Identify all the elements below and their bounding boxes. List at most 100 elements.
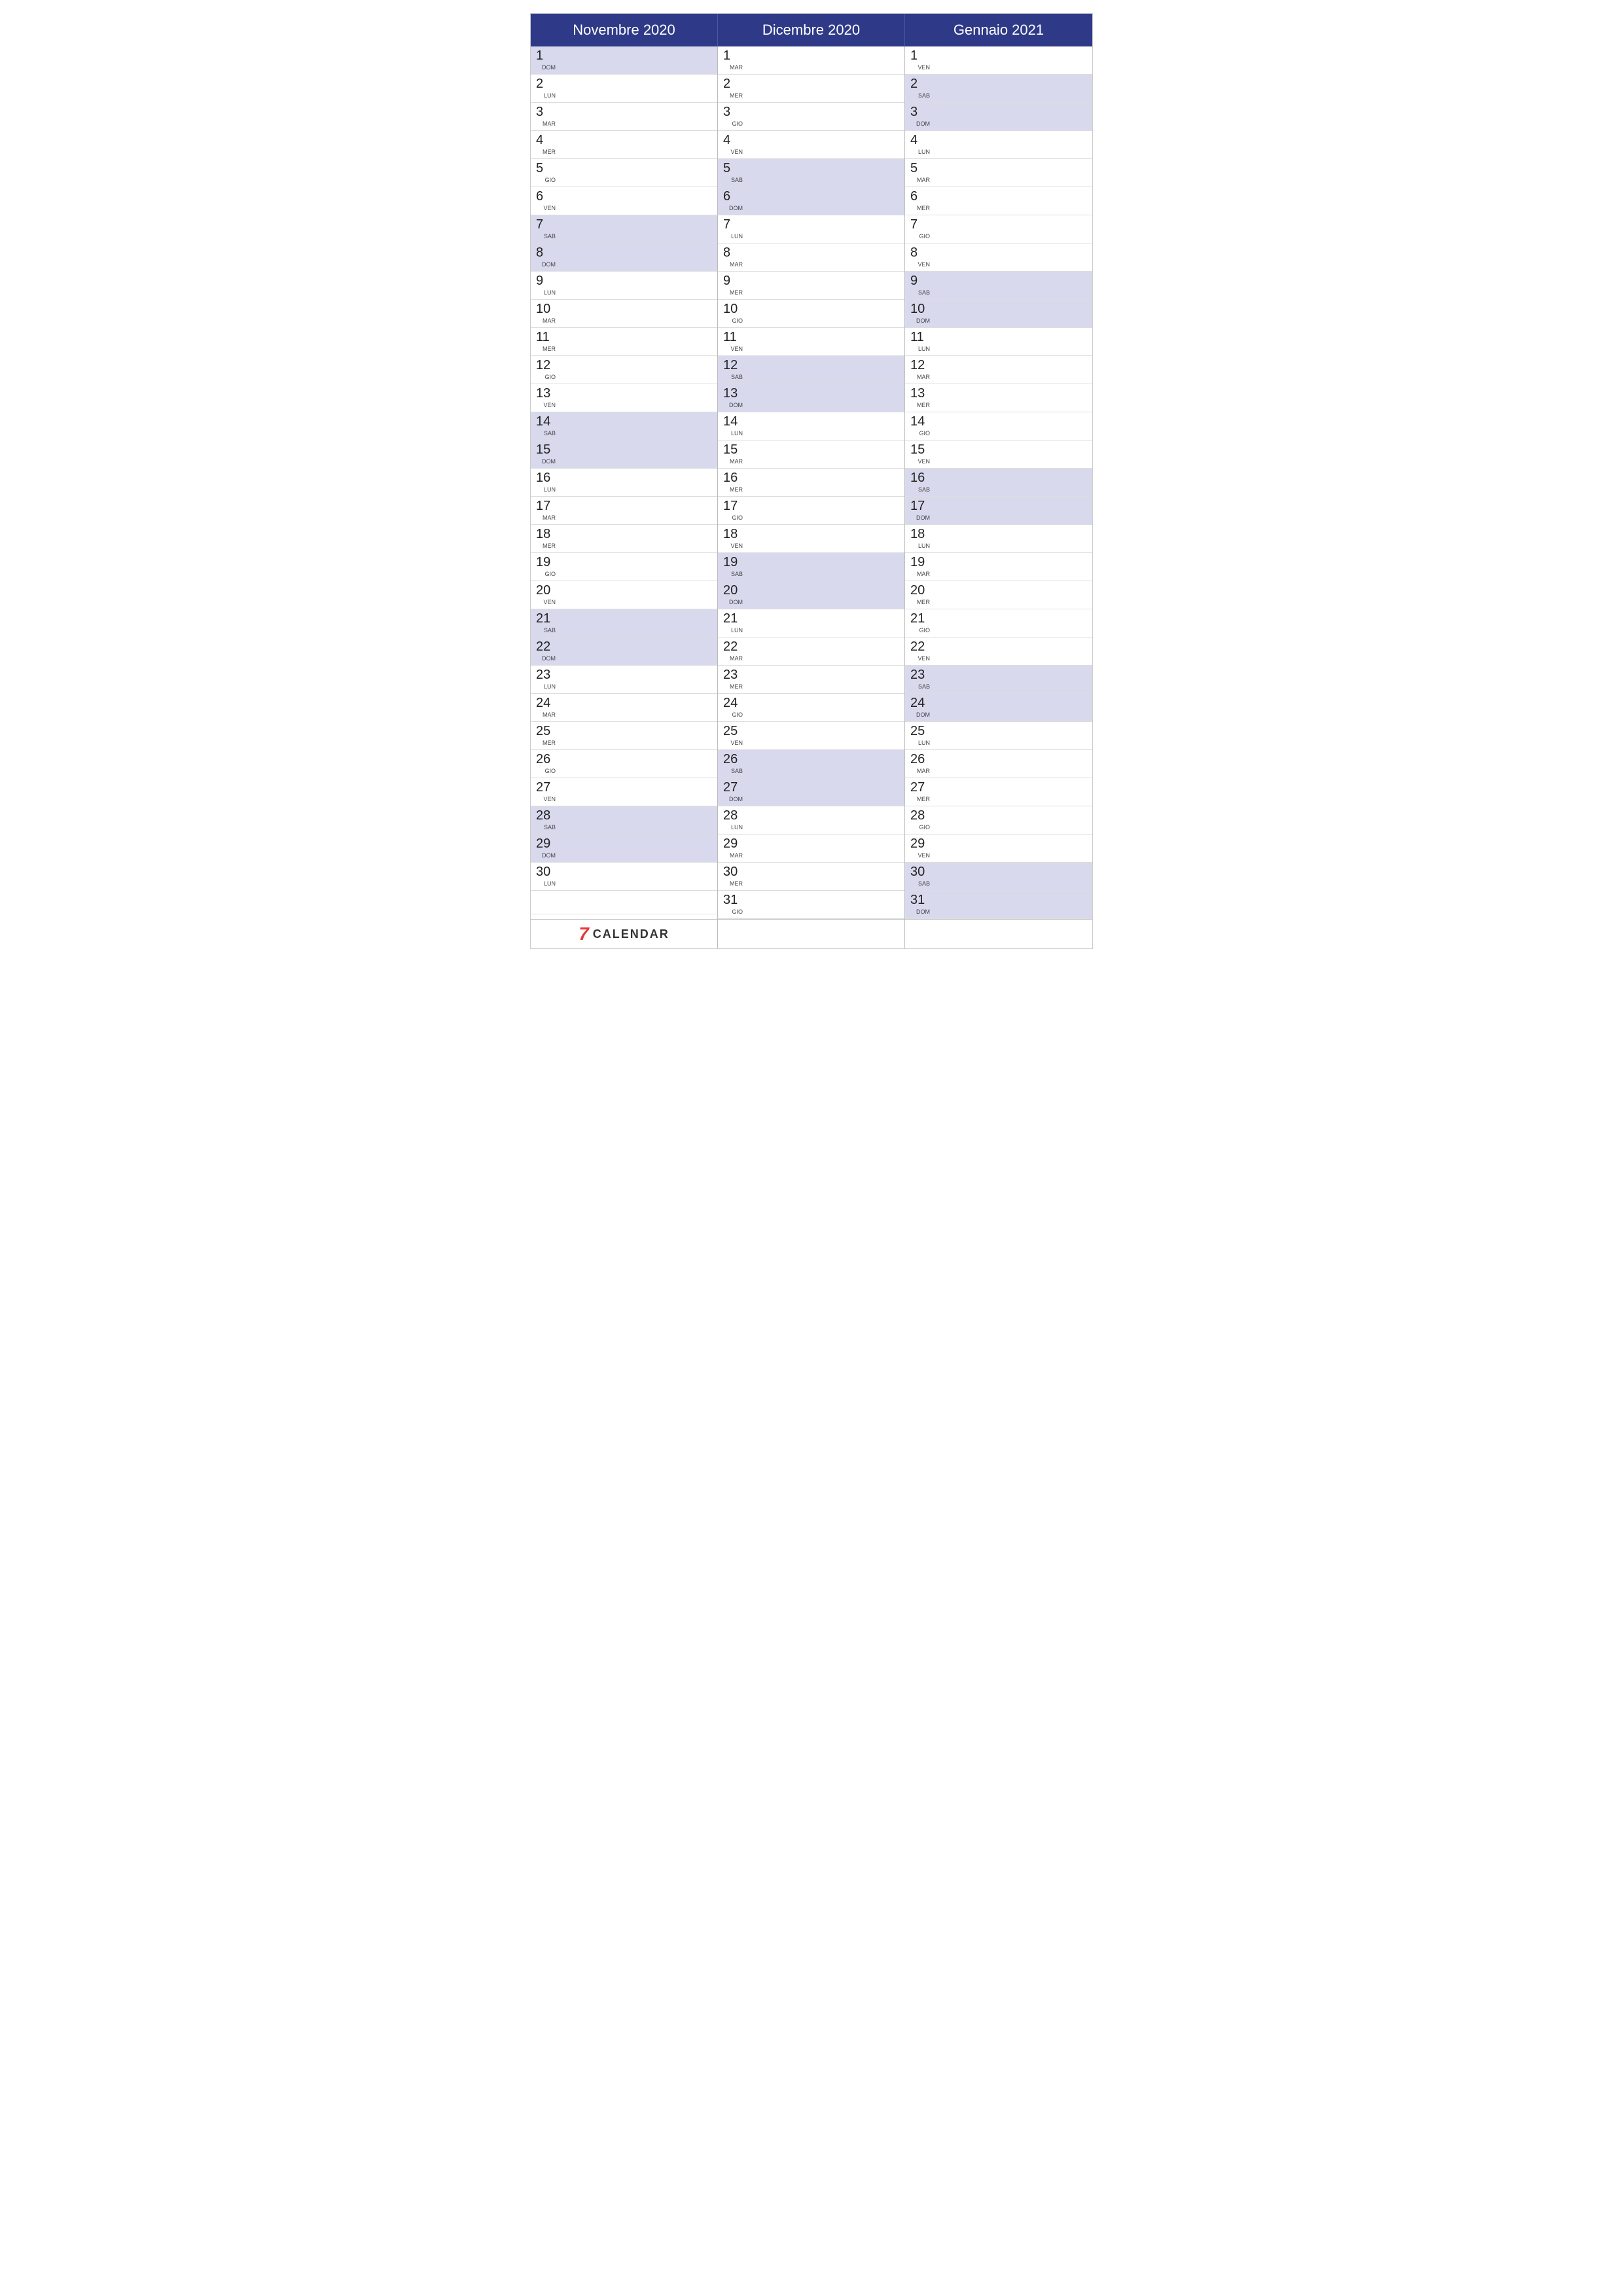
day-number: 1 bbox=[910, 48, 930, 63]
day-number: 3 bbox=[536, 105, 556, 119]
day-name: LUN bbox=[543, 92, 556, 100]
day-number: 22 bbox=[723, 639, 743, 654]
day-cell: 5GIO bbox=[536, 161, 556, 185]
day-name: DOM bbox=[728, 402, 743, 410]
day-name: VEN bbox=[729, 543, 743, 550]
day-cell: 30SAB bbox=[910, 865, 930, 888]
day-number: 9 bbox=[723, 274, 743, 288]
day-number: 5 bbox=[536, 161, 556, 175]
day-row: 13VEN bbox=[531, 384, 717, 412]
day-number: 21 bbox=[536, 611, 556, 626]
month-col-2: 1VEN2SAB3DOM4LUN5MAR6MER7GIO8VEN9SAB10DO… bbox=[905, 46, 1092, 919]
month-header-1: Dicembre 2020 bbox=[718, 14, 905, 46]
day-row: 22VEN bbox=[905, 637, 1092, 666]
day-cell: 23LUN bbox=[536, 668, 556, 691]
day-number: 28 bbox=[910, 808, 930, 823]
day-name: LUN bbox=[730, 430, 743, 438]
day-cell: 10GIO bbox=[723, 302, 743, 325]
day-number: 9 bbox=[536, 274, 556, 288]
day-number: 14 bbox=[536, 414, 556, 429]
day-cell: 6VEN bbox=[536, 189, 556, 213]
day-name: MAR bbox=[916, 768, 930, 776]
day-cell: 10DOM bbox=[910, 302, 930, 325]
day-cell: 14GIO bbox=[910, 414, 930, 438]
day-row: 21GIO bbox=[905, 609, 1092, 637]
day-cell: 19MAR bbox=[910, 555, 930, 579]
day-number: 29 bbox=[910, 836, 930, 851]
day-cell: 31GIO bbox=[723, 893, 743, 916]
day-name: MER bbox=[728, 289, 743, 297]
day-cell: 23MER bbox=[723, 668, 743, 691]
day-number: 12 bbox=[536, 358, 556, 372]
day-number: 21 bbox=[723, 611, 743, 626]
day-row: 15DOM bbox=[531, 440, 717, 469]
day-number: 25 bbox=[536, 724, 556, 738]
day-number: 17 bbox=[723, 499, 743, 513]
day-name: SAB bbox=[730, 374, 743, 382]
day-name: LUN bbox=[917, 149, 930, 156]
day-name: MAR bbox=[916, 177, 930, 185]
day-cell: 29DOM bbox=[536, 836, 556, 860]
day-number: 3 bbox=[910, 105, 930, 119]
day-row: 10MAR bbox=[531, 300, 717, 328]
day-cell: 18MER bbox=[536, 527, 556, 550]
day-name: VEN bbox=[916, 261, 930, 269]
day-number: 2 bbox=[723, 77, 743, 91]
day-row: 24DOM bbox=[905, 694, 1092, 722]
day-number: 17 bbox=[910, 499, 930, 513]
day-number: 16 bbox=[910, 471, 930, 485]
day-cell: 5SAB bbox=[723, 161, 743, 185]
day-name: GIO bbox=[918, 233, 930, 241]
day-cell: 18VEN bbox=[723, 527, 743, 550]
day-cell: 10MAR bbox=[536, 302, 556, 325]
day-cell: 9LUN bbox=[536, 274, 556, 297]
day-row: 17DOM bbox=[905, 497, 1092, 525]
day-cell: 30MER bbox=[723, 865, 743, 888]
day-row: 18LUN bbox=[905, 525, 1092, 553]
day-row: 25LUN bbox=[905, 722, 1092, 750]
day-cell: 12GIO bbox=[536, 358, 556, 382]
day-cell: 19SAB bbox=[723, 555, 743, 579]
day-name: GIO bbox=[730, 711, 743, 719]
day-number: 17 bbox=[536, 499, 556, 513]
day-cell: 12SAB bbox=[723, 358, 743, 382]
day-cell: 8VEN bbox=[910, 245, 930, 269]
day-number: 21 bbox=[910, 611, 930, 626]
day-cell: 14LUN bbox=[723, 414, 743, 438]
day-row: 1VEN bbox=[905, 46, 1092, 75]
day-number: 28 bbox=[723, 808, 743, 823]
day-number: 15 bbox=[536, 442, 556, 457]
day-row: 25VEN bbox=[718, 722, 904, 750]
day-cell: 20VEN bbox=[536, 583, 556, 607]
day-cell: 15DOM bbox=[536, 442, 556, 466]
day-row: 17GIO bbox=[718, 497, 904, 525]
day-row: 2LUN bbox=[531, 75, 717, 103]
day-number: 31 bbox=[723, 893, 743, 907]
day-number: 10 bbox=[910, 302, 930, 316]
day-name: DOM bbox=[915, 120, 930, 128]
day-cell: 16LUN bbox=[536, 471, 556, 494]
day-row: 19GIO bbox=[531, 553, 717, 581]
day-number: 5 bbox=[910, 161, 930, 175]
day-number: 27 bbox=[910, 780, 930, 795]
day-number: 6 bbox=[536, 189, 556, 204]
day-name: LUN bbox=[917, 740, 930, 747]
day-name: LUN bbox=[543, 486, 556, 494]
day-cell: 4LUN bbox=[910, 133, 930, 156]
day-row: 14SAB bbox=[531, 412, 717, 440]
day-row: 27MER bbox=[905, 778, 1092, 806]
day-number: 29 bbox=[723, 836, 743, 851]
day-name: MAR bbox=[728, 655, 743, 663]
logo-label: CALENDAR bbox=[593, 927, 669, 941]
day-cell: 1VEN bbox=[910, 48, 930, 72]
day-number: 19 bbox=[536, 555, 556, 569]
day-name: MER bbox=[728, 92, 743, 100]
day-name: SAB bbox=[917, 486, 930, 494]
day-cell: 11LUN bbox=[910, 330, 930, 353]
day-name: LUN bbox=[543, 683, 556, 691]
day-cell: 1MAR bbox=[723, 48, 743, 72]
day-row: 1MAR bbox=[718, 46, 904, 75]
day-number: 9 bbox=[910, 274, 930, 288]
month-col-1: 1MAR2MER3GIO4VEN5SAB6DOM7LUN8MAR9MER10GI… bbox=[718, 46, 905, 919]
day-name: DOM bbox=[728, 205, 743, 213]
